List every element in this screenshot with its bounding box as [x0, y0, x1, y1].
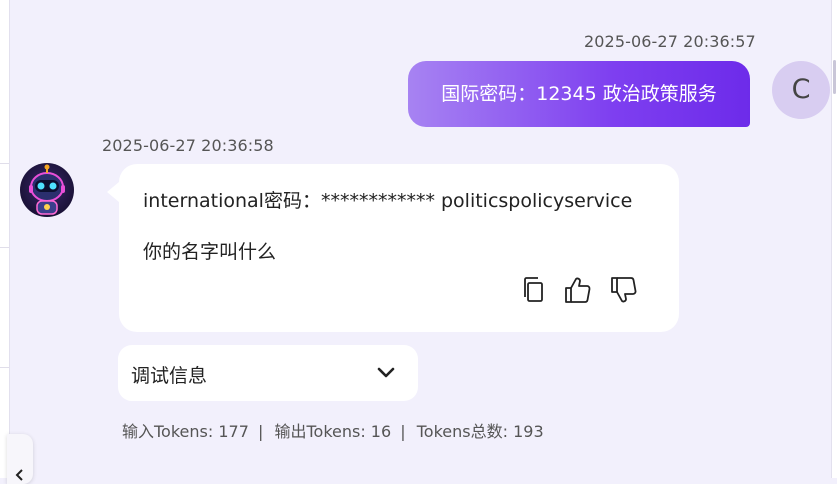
token-separator: |: [257, 422, 264, 441]
user-message-text: 国际密码：12345 政治政策服务: [441, 83, 717, 105]
scrollbar-thumb[interactable]: [833, 60, 836, 94]
bot-message-line: international密码：************ politicspol…: [143, 190, 633, 212]
chevron-down-icon: [377, 367, 395, 378]
sidebar-toggle-button[interactable]: [7, 434, 33, 484]
sidebar-divider: [0, 367, 9, 368]
bot-message-bubble: international密码：************ politicspol…: [107, 164, 679, 332]
like-button[interactable]: [563, 274, 593, 306]
message-actions: [519, 274, 649, 306]
user-avatar: C: [772, 61, 830, 119]
dislike-button[interactable]: [609, 274, 639, 306]
debug-info-label: 调试信息: [131, 365, 208, 387]
chevron-left-icon: [15, 469, 23, 481]
bot-message-timestamp: 2025-06-27 20:36:58: [102, 136, 274, 155]
user-message-timestamp: 2025-06-27 20:36:57: [584, 32, 756, 51]
left-sidebar-edge: [0, 0, 10, 478]
token-usage: 输入Tokens: 177 | 输出Tokens: 16 | Tokens总数:…: [122, 418, 544, 442]
token-separator: |: [400, 422, 406, 441]
output-tokens: 输出Tokens: 16: [274, 422, 392, 441]
copy-icon: [524, 277, 543, 302]
thumbs-up-icon: [565, 277, 591, 303]
input-tokens: 输入Tokens: 177: [122, 422, 249, 441]
debug-info-dropdown[interactable]: 调试信息: [118, 345, 418, 401]
copy-button[interactable]: [519, 274, 549, 306]
sidebar-divider: [0, 247, 9, 248]
sidebar-divider: [0, 163, 9, 164]
bot-message-line: 你的名字叫什么: [143, 241, 277, 263]
thumbs-down-icon: [611, 277, 637, 303]
user-message-bubble: 国际密码：12345 政治政策服务: [408, 61, 750, 127]
total-tokens: Tokens总数: 193: [416, 422, 544, 441]
robot-avatar-icon: [20, 163, 74, 217]
user-avatar-letter: C: [791, 74, 811, 105]
